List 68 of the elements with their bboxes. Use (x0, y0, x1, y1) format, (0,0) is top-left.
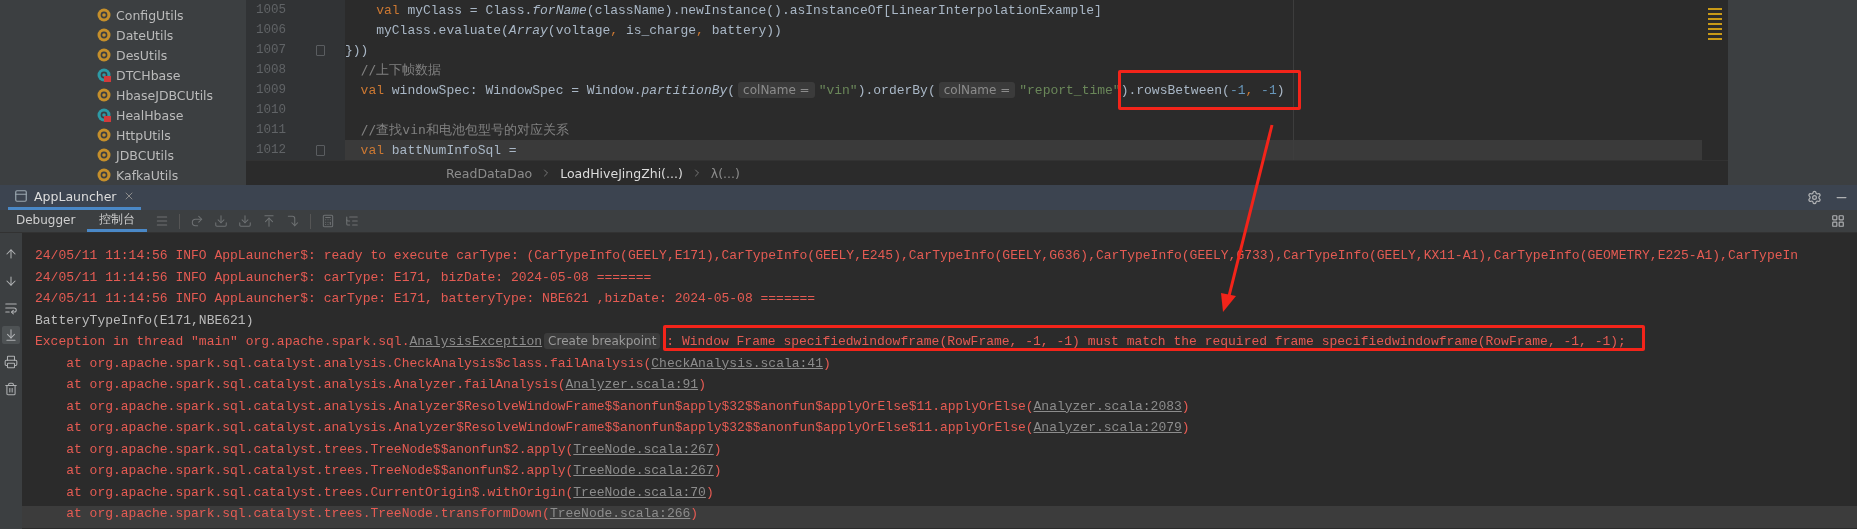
console-line: at org.apache.spark.sql.catalyst.analysis.Analyzer.failAnalysis(Analyzer.scala:91) (65, 377, 707, 394)
panel-tab[interactable]: Debugger (4, 210, 88, 232)
console-line: at org.apache.spark.sql.catalyst.analysis.CheckAnalysis$class.failAnalysis(CheckAnalysis.scala:41) (65, 355, 832, 373)
code-line: myClass.evaluate(Array(voltage, is_charge, battery)) (375, 21, 783, 40)
object-icon (97, 108, 111, 122)
tree-item[interactable]: JDBCUtils (116, 147, 174, 163)
class-icon (97, 148, 111, 162)
breadcrumb-item[interactable]: λ(...) (710, 165, 740, 181)
class-icon (97, 128, 111, 142)
source-link[interactable]: Analyzer.scala:2083 (1033, 398, 1182, 414)
console-line: Exception in thread "main" org.apache.spark.sql.AnalysisException Create breakpoint : Window Frame specifiedwindowframe(RowFrame, -1, -1) must match the required frame specifiedwindowframe(RowFrame, -1, -1); (22, 334, 1857, 356)
fold-marker-icon[interactable] (316, 44, 325, 56)
console-line: 24/05/11 11:14:56 INFO AppLauncher$: carType: E171, bizDate: 2024-05-08 ======= (34, 269, 653, 287)
code-line: })) (345, 41, 370, 60)
console-line: at org.apache.spark.sql.catalyst.trees.TreeNode$$anonfun$2.apply(TreeNode.scala:267) (65, 463, 723, 480)
step-into-icon[interactable] (214, 214, 229, 228)
class-icon (97, 28, 111, 42)
layout-icon[interactable] (1831, 214, 1845, 228)
source-link[interactable]: TreeNode.scala:267 (573, 463, 714, 478)
run-tab-title: AppLauncher (34, 188, 117, 204)
console-line: at org.apache.spark.sql.catalyst.trees.CurrentOrigin$.withOrigin(TreeNode.scala:70) (65, 484, 715, 502)
source-link[interactable]: TreeNode.scala:266 (549, 506, 691, 521)
parameter-hint: colName = (938, 82, 1016, 98)
tree-item[interactable]: HttpUtils (116, 127, 171, 143)
fold-marker-icon[interactable] (316, 144, 325, 156)
print-icon[interactable] (2, 353, 20, 371)
parameter-hint: colName = (738, 82, 815, 98)
step-out-icon[interactable] (262, 214, 277, 228)
tree-item[interactable]: ConfigUtils (116, 7, 184, 23)
tree-item[interactable]: KafkaUtils (116, 167, 179, 183)
step-over-icon[interactable] (190, 214, 205, 228)
window-icon (14, 189, 28, 203)
tree-item[interactable]: HealHbase (116, 107, 184, 123)
code-line: //上下帧数据 (359, 61, 443, 79)
source-link[interactable]: TreeNode.scala:267 (573, 441, 714, 457)
trace-icon[interactable] (345, 214, 360, 228)
console-line: 24/05/11 11:14:56 INFO AppLauncher$: carType: E171, batteryType: NBE621 ,bizDate: 2024-05-08 ======= (34, 291, 817, 308)
console-line: at org.apache.spark.sql.catalyst.analysis.Analyzer$ResolveWindowFrame$$anonfun$apply$32$$anonfun$applyOrElse$11.applyOrElse(Analyzer.scala:2083) (65, 398, 1191, 416)
settings-icon[interactable] (1807, 190, 1822, 205)
force-step-into-icon[interactable] (238, 214, 253, 228)
evaluate-icon[interactable] (321, 214, 336, 228)
code-line: //查找vin和电池包型号的对应关系 (359, 121, 570, 139)
console-line: at org.apache.spark.sql.catalyst.analysis.Analyzer$ResolveWindowFrame$$anonfun$apply$32$$anonfun$applyOrElse$11.applyOrElse(Analyzer.scala:2079) (65, 420, 1191, 437)
breadcrumb-item[interactable]: ReadDataDao (446, 165, 533, 181)
code-line: val myClass = Class.forName(className).newInstance().asInstanceOf[LinearInterpolationExample] (375, 1, 1103, 20)
source-link[interactable]: Analyzer.scala:91 (565, 377, 699, 392)
tree-item[interactable]: HbaseJDBCUtils (116, 87, 214, 103)
tree-item[interactable]: DateUtils (116, 27, 174, 43)
source-link[interactable]: TreeNode.scala:70 (573, 484, 706, 500)
trash-icon[interactable] (2, 380, 20, 398)
scroll-markers (1708, 8, 1722, 40)
class-icon (97, 48, 111, 62)
source-link[interactable]: Analyzer.scala:2079 (1033, 420, 1182, 435)
object-icon (97, 68, 111, 82)
tree-item[interactable]: DesUtils (116, 47, 168, 63)
console-line: BatteryTypeInfo(E171,NBE621) (34, 312, 255, 330)
class-icon (97, 8, 111, 22)
breadcrumb-item[interactable]: LoadHiveJingZhi(...) (560, 165, 683, 181)
class-icon (97, 88, 111, 102)
source-link[interactable]: CheckAnalysis.scala:41 (651, 355, 823, 371)
run-to-cursor-icon[interactable] (286, 214, 301, 228)
tree-item[interactable]: DTCHbase (116, 67, 181, 83)
scroll-to-end-icon[interactable] (2, 326, 20, 344)
class-icon (97, 168, 111, 182)
create-breakpoint-hint[interactable]: Create breakpoint (544, 333, 661, 349)
code-line: val windowSpec: WindowSpec = Window.partitionBy( colName = "vin").orderBy( colName = "report_time").rowsBetween(-1, -1) (345, 80, 1702, 100)
source-link[interactable]: AnalysisException (409, 334, 543, 349)
console-line: at org.apache.spark.sql.catalyst.trees.TreeNode$$anonfun$2.apply(TreeNode.scala:267) (65, 441, 723, 459)
